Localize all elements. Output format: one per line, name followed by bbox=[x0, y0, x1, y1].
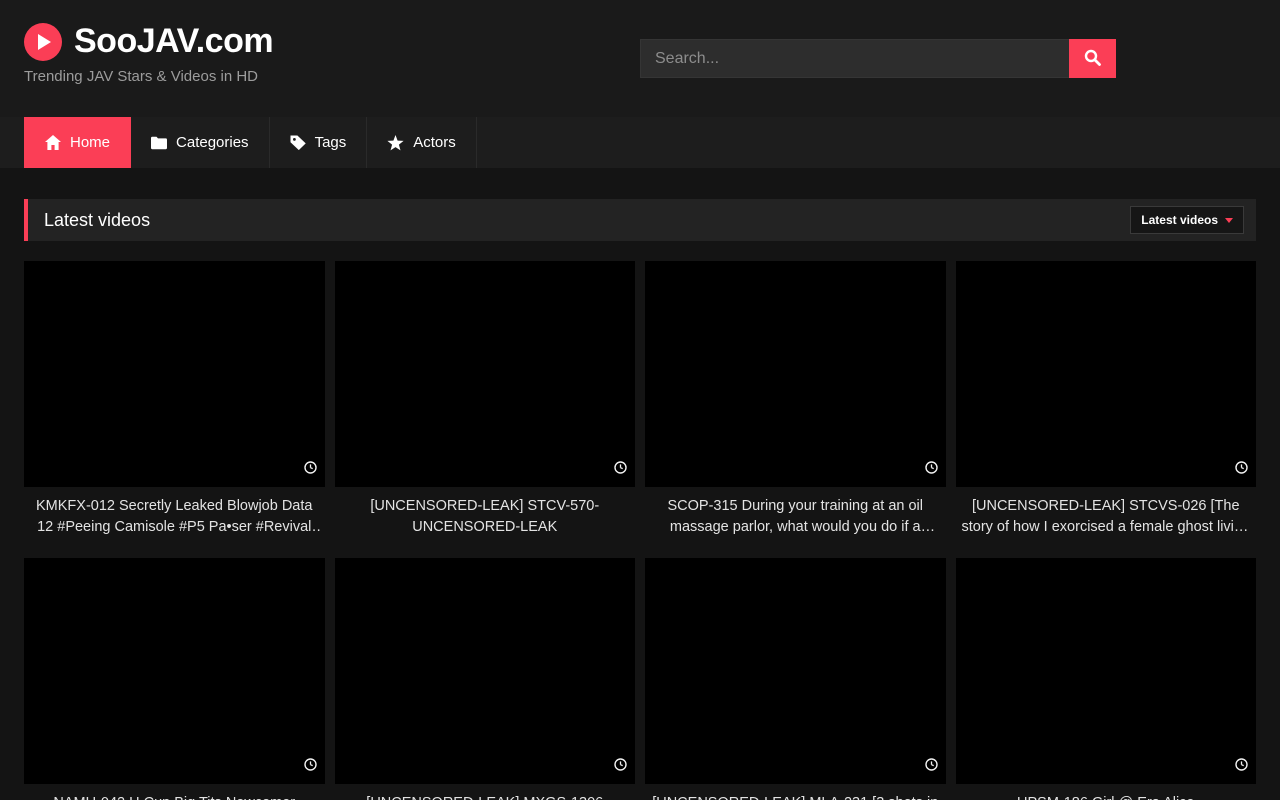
clock-icon bbox=[1235, 461, 1248, 479]
video-thumbnail[interactable] bbox=[645, 261, 946, 487]
sort-dropdown-label: Latest videos bbox=[1141, 213, 1218, 227]
nav-label: Tags bbox=[315, 134, 347, 151]
video-card[interactable]: NAMU-042 H Cup Big Tits Newcomer (170cm … bbox=[24, 558, 325, 800]
search-icon bbox=[1084, 49, 1101, 69]
video-title[interactable]: UPSM-186 Girl @ Era Alice bbox=[960, 793, 1253, 800]
home-icon bbox=[45, 135, 61, 150]
video-title[interactable]: NAMU-042 H Cup Big Tits Newcomer (170cm … bbox=[28, 793, 321, 800]
logo-link[interactable]: SooJAV.com bbox=[24, 22, 273, 61]
main-nav: Home Categories Tags Actors bbox=[0, 117, 1280, 168]
clock-icon bbox=[304, 758, 317, 776]
play-icon bbox=[24, 23, 62, 61]
video-card[interactable]: UPSM-186 Girl @ Era Alice bbox=[956, 558, 1257, 800]
caret-down-icon bbox=[1225, 218, 1233, 223]
nav-label: Actors bbox=[413, 134, 456, 151]
site-logo-text: SooJAV.com bbox=[74, 22, 273, 61]
section-title: Latest videos bbox=[44, 210, 150, 231]
clock-icon bbox=[304, 461, 317, 479]
video-card[interactable]: SCOP-315 During your training at an oil … bbox=[645, 261, 946, 537]
video-thumbnail[interactable] bbox=[24, 261, 325, 487]
folder-icon bbox=[151, 136, 167, 150]
video-thumbnail[interactable] bbox=[645, 558, 946, 784]
video-card[interactable]: [UNCENSORED-LEAK] STCVS-026 [The story o… bbox=[956, 261, 1257, 537]
tag-icon bbox=[290, 135, 306, 150]
nav-item-tags[interactable]: Tags bbox=[270, 117, 368, 168]
brand: SooJAV.com Trending JAV Stars & Videos i… bbox=[24, 22, 273, 85]
clock-icon bbox=[925, 461, 938, 479]
star-icon bbox=[387, 135, 404, 151]
video-thumbnail[interactable] bbox=[24, 558, 325, 784]
video-card[interactable]: [UNCENSORED-LEAK] STCV-570-UNCENSORED-LE… bbox=[335, 261, 636, 537]
video-card[interactable]: [UNCENSORED-LEAK] MXGS-1306 Absolutely bbox=[335, 558, 636, 800]
video-title[interactable]: [UNCENSORED-LEAK] MXGS-1306 Absolutely bbox=[339, 793, 632, 800]
site-header: SooJAV.com Trending JAV Stars & Videos i… bbox=[0, 0, 1280, 117]
clock-icon bbox=[614, 461, 627, 479]
video-title[interactable]: [UNCENSORED-LEAK] STCV-570-UNCENSORED-LE… bbox=[339, 496, 632, 537]
clock-icon bbox=[614, 758, 627, 776]
video-title[interactable]: SCOP-315 During your training at an oil … bbox=[649, 496, 942, 537]
section-header: Latest videos Latest videos bbox=[24, 199, 1256, 241]
clock-icon bbox=[925, 758, 938, 776]
video-title[interactable]: [UNCENSORED-LEAK] STCVS-026 [The story o… bbox=[960, 496, 1253, 537]
video-thumbnail[interactable] bbox=[956, 261, 1257, 487]
clock-icon bbox=[1235, 758, 1248, 776]
video-card[interactable]: [UNCENSORED-LEAK] MLA-231 [3 shots in bbox=[645, 558, 946, 800]
main-content: Latest videos Latest videos KMKFX-01 bbox=[0, 199, 1280, 800]
search-input[interactable] bbox=[640, 39, 1069, 78]
video-grid: KMKFX-012 Secretly Leaked Blowjob Data 1… bbox=[24, 261, 1256, 800]
search-button[interactable] bbox=[1069, 39, 1116, 78]
nav-label: Categories bbox=[176, 134, 249, 151]
nav-item-actors[interactable]: Actors bbox=[367, 117, 477, 168]
video-card[interactable]: KMKFX-012 Secretly Leaked Blowjob Data 1… bbox=[24, 261, 325, 537]
nav-item-categories[interactable]: Categories bbox=[131, 117, 270, 168]
video-thumbnail[interactable] bbox=[956, 558, 1257, 784]
video-title[interactable]: [UNCENSORED-LEAK] MLA-231 [3 shots in bbox=[649, 793, 942, 800]
nav-label: Home bbox=[70, 134, 110, 151]
video-thumbnail[interactable] bbox=[335, 261, 636, 487]
nav-item-home[interactable]: Home bbox=[24, 117, 131, 168]
search-form bbox=[640, 39, 1116, 78]
video-thumbnail[interactable] bbox=[335, 558, 636, 784]
video-title[interactable]: KMKFX-012 Secretly Leaked Blowjob Data 1… bbox=[28, 496, 321, 537]
sort-dropdown[interactable]: Latest videos bbox=[1130, 206, 1244, 234]
site-tagline: Trending JAV Stars & Videos in HD bbox=[24, 68, 273, 85]
